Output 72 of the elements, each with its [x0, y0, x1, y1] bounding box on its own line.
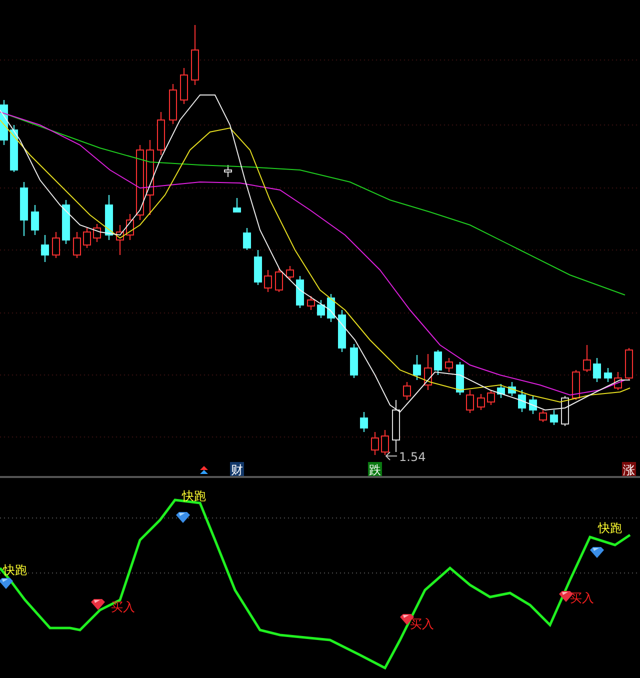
candlestick: [338, 310, 346, 352]
candlestick: [180, 68, 188, 104]
candlestick: [41, 234, 49, 262]
signal-label: 买入: [570, 591, 594, 605]
candlestick: [31, 204, 39, 236]
candlestick: [529, 396, 537, 414]
candlestick: [583, 344, 591, 372]
arrow-icon: [385, 452, 398, 460]
candlestick: [233, 198, 241, 212]
candlestick: [434, 350, 442, 376]
double-chevron-icon: [200, 466, 208, 474]
candlestick: [264, 270, 272, 292]
candlestick: [392, 400, 400, 452]
event-badge: 跌: [368, 462, 382, 476]
signal-label: 快跑: [3, 563, 27, 577]
candlestick: [371, 432, 379, 456]
candlestick: [327, 294, 335, 322]
candlestick: [307, 296, 315, 310]
candlestick: [508, 382, 516, 396]
candlestick: [350, 344, 358, 378]
candlestick: [243, 228, 251, 250]
candlestick: [126, 214, 134, 240]
signal-label: 快跑: [598, 521, 622, 535]
gem-icon: [91, 599, 105, 610]
signal-label: 买入: [410, 617, 434, 631]
signal-label: 买入: [111, 600, 135, 614]
candlestick: [0, 100, 8, 146]
candlestick: [157, 112, 165, 156]
gem-icon: [590, 547, 604, 558]
candlestick: [593, 358, 601, 382]
candlestick: [191, 24, 199, 86]
candlestick: [445, 358, 453, 372]
candlestick: [413, 354, 421, 380]
candlestick: [296, 276, 304, 308]
candlestick: [169, 84, 177, 124]
candlestick: [403, 382, 411, 400]
candlestick: [275, 268, 283, 292]
candlestick: [381, 430, 389, 456]
candlestick: [360, 412, 368, 432]
candlestick: [572, 370, 580, 400]
candlestick: [105, 194, 113, 240]
candlestick: [604, 368, 612, 382]
candlestick: [317, 300, 325, 318]
candlestick: [93, 224, 101, 242]
candlestick: [424, 354, 432, 390]
candlestick: [518, 390, 526, 412]
candlestick: [550, 410, 558, 426]
gem-icon: [176, 512, 190, 523]
candlestick: [224, 164, 232, 178]
candlestick: [10, 124, 18, 172]
low-price-label: 1.54: [399, 450, 426, 464]
candlestick: [614, 372, 622, 390]
candlestick: [73, 232, 81, 258]
candlestick: [487, 390, 495, 406]
event-badge: 财: [230, 462, 244, 476]
candlestick: [539, 410, 547, 422]
candlestick: [52, 232, 60, 258]
candlestick: [62, 200, 70, 244]
candlestick: [286, 266, 294, 280]
signal-label: 快跑: [182, 489, 206, 503]
candlestick: [456, 362, 464, 396]
candlestick: [20, 182, 28, 236]
candlestick: [116, 224, 124, 256]
candlestick: [561, 396, 569, 426]
candlestick: [83, 228, 91, 248]
candlestick: [254, 250, 262, 286]
candlestick: [466, 390, 474, 414]
candlestick: [625, 348, 633, 380]
candlestick: [497, 384, 505, 398]
candlestick: [477, 394, 485, 410]
gem-icon: [0, 578, 13, 589]
event-badge: 涨: [622, 462, 636, 476]
